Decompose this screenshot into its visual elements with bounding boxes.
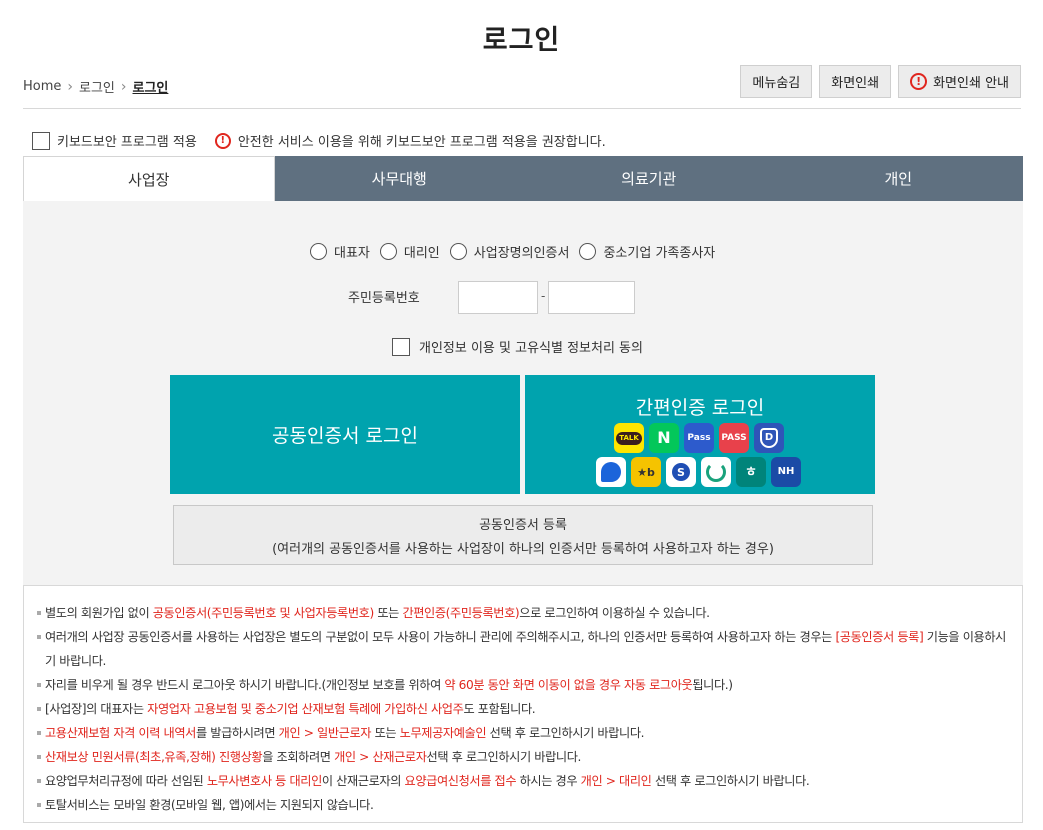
breadcrumb: Home › 로그인 › 로그인 (23, 77, 169, 97)
list-item: 여러개의 사업장 공동인증서를 사용하는 사업장은 별도의 구분없이 모두 사용… (37, 625, 1022, 673)
breadcrumb-current: 로그인 (132, 81, 169, 96)
tab-individual[interactable]: 개인 (774, 156, 1024, 201)
toss-icon (596, 457, 626, 487)
list-item: 자리를 비우게 될 경우 반드시 로그아웃 하시기 바랍니다.(개인정보 보호를… (37, 673, 1022, 697)
consent-label: 개인정보 이용 및 고유식별 정보처리 동의 (419, 341, 643, 356)
radio-label: 대표자 (334, 246, 370, 261)
radio-family-worker[interactable]: 중소기업 가족종사자 (579, 242, 715, 261)
list-item: 산재보상 민원서류(최초,유족,장해) 진행상황을 조회하려면 개인 > 산재근… (37, 745, 1022, 769)
bullet-icon (37, 683, 41, 687)
consent-checkbox[interactable] (392, 337, 410, 356)
notice-box: 별도의 회원가입 없이 공동인증서(주민등록번호 및 사업자등록번호) 또는 간… (23, 585, 1023, 823)
keyboard-security-checkbox[interactable] (32, 131, 50, 150)
bullet-icon (37, 731, 41, 735)
consent-row: 개인정보 이용 및 고유식별 정보처리 동의 (392, 337, 643, 356)
bullet-icon (37, 707, 41, 711)
bullet-icon (37, 635, 41, 639)
page-title: 로그인 (482, 25, 561, 56)
rrn-front-input[interactable] (458, 281, 538, 314)
tab-workplace[interactable]: 사업장 (23, 156, 275, 201)
print-guide-button[interactable]: ! 화면인쇄 안내 (898, 65, 1021, 98)
provider-icons-row2: ★b S ㅎ NH (596, 457, 801, 487)
samsung-pass-icon: Pass (684, 423, 714, 453)
rrn-back-input[interactable] (548, 281, 635, 314)
hide-menu-label: 메뉴숨김 (752, 76, 801, 91)
naver-icon: N (649, 423, 679, 453)
hana-bank-icon: ㅎ (736, 457, 766, 487)
print-guide-label: 화면인쇄 안내 (933, 76, 1009, 91)
pass-icon: PASS (719, 423, 749, 453)
cert-login-button[interactable]: 공동인증서 로그인 (170, 375, 520, 494)
bullet-icon (37, 755, 41, 759)
keyboard-security-row: 키보드보안 프로그램 적용 ! 안전한 서비스 이용을 위해 키보드보안 프로그… (32, 131, 606, 150)
bullet-icon (37, 611, 41, 615)
radio-label: 대리인 (403, 246, 440, 261)
cert-register-desc: (여러개의 공동인증서를 사용하는 사업장이 하나의 인증서만 등록하여 사용하… (272, 541, 774, 557)
tab-medical[interactable]: 의료기관 (524, 156, 774, 201)
list-item: [사업장]의 대표자는 자영업자 고용보험 및 중소기업 산재보험 특례에 가입… (37, 697, 1022, 721)
radio-label: 사업장명의인증서 (473, 246, 570, 261)
hide-menu-button[interactable]: 메뉴숨김 (740, 65, 813, 98)
cert-register-title: 공동인증서 등록 (479, 517, 567, 533)
radio-representative[interactable]: 대표자 (310, 242, 370, 261)
list-item: 토탈서비스는 모바일 환경(모바일 웹, 앱)에서는 지원되지 않습니다. (37, 793, 1022, 817)
alert-icon: ! (910, 73, 928, 90)
shield-icon: D (754, 423, 784, 453)
breadcrumb-home[interactable]: Home (23, 79, 61, 94)
divider (23, 108, 1021, 109)
radio-label: 중소기업 가족종사자 (603, 246, 716, 261)
tab-agency[interactable]: 사무대행 (275, 156, 525, 201)
chevron-right-icon: › (120, 78, 127, 95)
radio-business-cert[interactable]: 사업장명의인증서 (449, 242, 570, 261)
shinhan-bank-icon: S (666, 457, 696, 487)
print-button[interactable]: 화면인쇄 (819, 65, 892, 98)
keyboard-security-label: 키보드보안 프로그램 적용 (57, 135, 197, 150)
cert-login-label: 공동인증서 로그인 (272, 425, 418, 447)
smile-auth-icon (701, 457, 731, 487)
radio-circle[interactable] (579, 243, 597, 260)
alert-icon: ! (214, 132, 231, 149)
keyboard-security-notice: 안전한 서비스 이용을 위해 키보드보안 프로그램 적용을 권장합니다. (237, 135, 606, 150)
print-label: 화면인쇄 (831, 76, 880, 91)
nh-bank-icon: NH (771, 457, 801, 487)
user-type-radios: 대표자 대리인 사업장명의인증서 중소기업 가족종사자 (310, 242, 725, 261)
kb-bank-icon: ★b (631, 457, 661, 487)
radio-agent[interactable]: 대리인 (379, 242, 440, 261)
cert-register-link[interactable]: [공동인증서 등록] (835, 630, 923, 644)
login-panel: 대표자 대리인 사업장명의인증서 중소기업 가족종사자 주민등록번호 - 개인정… (23, 201, 1023, 585)
bullet-icon (37, 803, 41, 807)
top-buttons: 메뉴숨김 화면인쇄 ! 화면인쇄 안내 (740, 65, 1021, 98)
radio-circle[interactable] (449, 243, 467, 260)
kakao-icon: TALK (614, 423, 644, 453)
breadcrumb-level1[interactable]: 로그인 (79, 77, 115, 96)
list-item: 요양업무처리규정에 따라 선임된 노무사변호사 등 대리인이 산재근로자의 요양… (37, 769, 1022, 793)
easy-login-button[interactable]: 간편인증 로그인 TALK N Pass PASS D ★b S ㅎ NH (525, 375, 875, 494)
easy-login-label: 간편인증 로그인 (635, 397, 765, 419)
radio-circle[interactable] (379, 243, 397, 260)
rrn-label: 주민등록번호 (348, 291, 420, 306)
list-item: 별도의 회원가입 없이 공동인증서(주민등록번호 및 사업자등록번호) 또는 간… (37, 601, 1022, 625)
rrn-dash: - (541, 289, 546, 303)
cert-register-button[interactable]: 공동인증서 등록 (여러개의 공동인증서를 사용하는 사업장이 하나의 인증서만… (173, 505, 873, 565)
chevron-right-icon: › (67, 78, 73, 95)
list-item: 고용산재보험 자격 이력 내역서를 발급하시려면 개인 > 일반근로자 또는 노… (37, 721, 1022, 745)
provider-icons-row1: TALK N Pass PASS D (614, 423, 784, 453)
radio-circle[interactable] (310, 243, 327, 260)
bullet-icon (37, 779, 41, 783)
login-type-tabs: 사업장 사무대행 의료기관 개인 (23, 156, 1023, 201)
